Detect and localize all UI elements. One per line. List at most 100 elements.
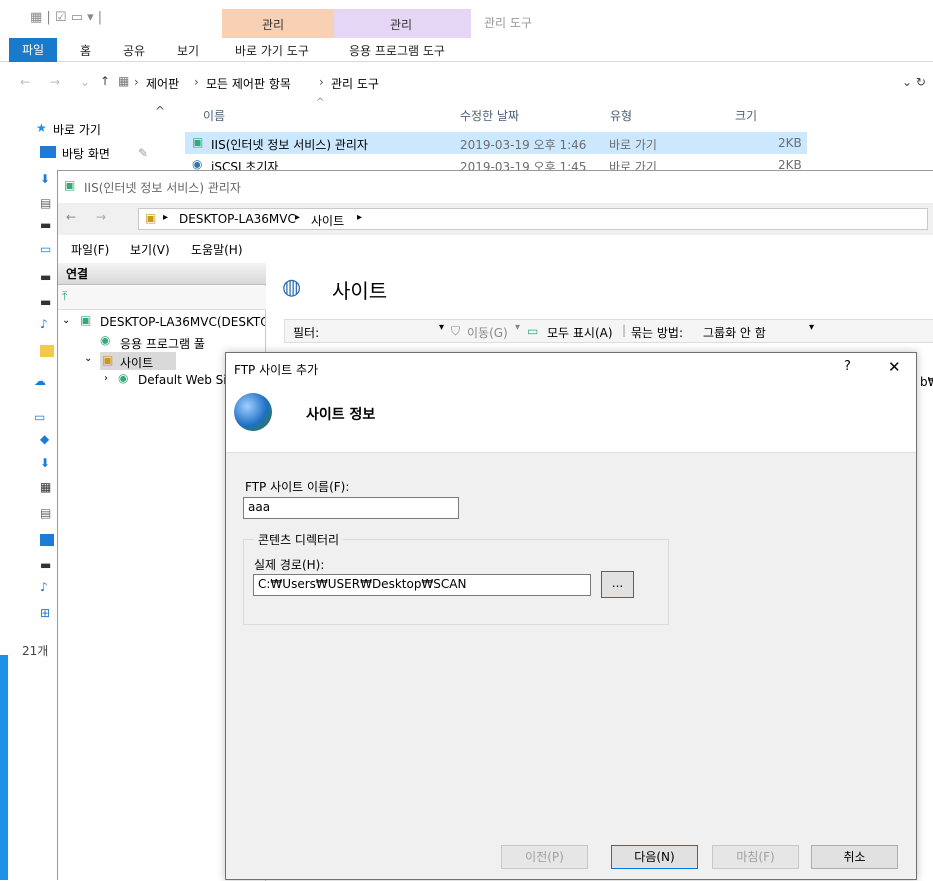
help-button[interactable]: ? (844, 359, 851, 374)
row-date-2: 2019-03-19 오후 1:45 (460, 160, 587, 170)
group-by-value[interactable]: 그룹화 안 함 (703, 324, 766, 341)
physical-path-input[interactable]: C:₩Users₩USER₩Desktop₩SCAN (253, 574, 591, 596)
col-date[interactable]: 수정한 날짜 (460, 107, 519, 124)
addr-part-2[interactable]: 사이트 (311, 212, 344, 229)
group-dropdown-icon[interactable]: ▾ (809, 322, 814, 333)
globe-icon (234, 393, 272, 431)
explorer-address-bar: ← → ⌄ ↑ ▦ › 제어판 › 모든 제어판 항목 › 관리 도구 ⌄ ↻ (20, 74, 926, 92)
pc-icon[interactable]: ▭ (34, 410, 45, 424)
website-icon: ◉ (118, 371, 129, 385)
desktop-icon (40, 146, 56, 158)
back-icon[interactable]: ← (66, 210, 76, 224)
pictures2-icon[interactable]: ▬ (40, 558, 51, 572)
desktop2-icon[interactable] (40, 534, 54, 546)
row-size-2: 2KB (778, 158, 802, 170)
tab-view[interactable]: 보기 (177, 42, 199, 59)
music-icon[interactable]: ♪ (40, 317, 48, 331)
row-type-1: 바로 가기 (609, 138, 657, 152)
sort-icon: ^ (316, 97, 325, 108)
prev-button[interactable]: 이전(P) (501, 845, 588, 869)
finish-button[interactable]: 마침(F) (712, 845, 799, 869)
breadcrumb-2[interactable]: 모든 제어판 항목 (206, 75, 291, 92)
tree-app-pools[interactable]: 응용 프로그램 풀 (120, 335, 205, 352)
row-size-1: 2KB (778, 136, 802, 150)
chevron-down-icon[interactable]: ⌄ ↻ (902, 75, 926, 89)
tab-share[interactable]: 공유 (123, 42, 145, 59)
go-dropdown-icon[interactable]: ▾ (515, 322, 520, 333)
site-name-label: FTP 사이트 이름(F): (245, 480, 350, 494)
tab-home[interactable]: 홈 (80, 42, 91, 59)
site-name-input[interactable]: aaa (243, 497, 459, 519)
show-all[interactable]: 모두 표시(A) (547, 324, 613, 341)
filter-go[interactable]: 이동(G) (467, 324, 508, 341)
tab-app-tools[interactable]: 응용 프로그램 도구 (349, 42, 445, 59)
drive-icon[interactable]: ▬ (40, 270, 51, 284)
iis-menu-bar: 파일(F) 보기(V) 도움말(H) (58, 236, 933, 260)
next-button[interactable]: 다음(N) (611, 845, 698, 869)
tree-sites[interactable]: 사이트 (120, 354, 153, 371)
addr-part-1[interactable]: DESKTOP-LA36MVC (179, 212, 296, 226)
col-size[interactable]: 크기 (735, 107, 757, 124)
iis-app-icon: ▣ (64, 178, 76, 192)
monitor-icon[interactable]: ▭ (40, 242, 51, 256)
menu-help[interactable]: 도움말(H) (191, 241, 243, 258)
quick-access-icons[interactable]: ▦ | ☑ ▭ ▾ | (30, 10, 102, 25)
star-icon: ★ (36, 121, 47, 135)
video-icon[interactable]: ▦ (40, 480, 51, 494)
up-icon[interactable]: ↑ (100, 74, 110, 88)
iis-address-field[interactable]: ▣ ▸ DESKTOP-LA36MVC ▸ 사이트 ▸ (138, 208, 928, 230)
pictures-icon[interactable]: ▬ (40, 218, 51, 232)
forward-icon[interactable]: → (96, 210, 106, 224)
row-name-2[interactable]: iSCSI 초기자 (211, 158, 278, 170)
documents2-icon[interactable]: ▤ (40, 506, 51, 520)
recent-icon[interactable]: ⌄ (80, 75, 90, 89)
pane-title: 사이트 (332, 279, 388, 303)
control-panel-icon: ▦ (118, 74, 130, 88)
network-icon[interactable]: ⊞ (40, 606, 50, 620)
cancel-button[interactable]: 취소 (811, 845, 898, 869)
nav-quick-access[interactable]: 바로 가기 (53, 121, 101, 138)
dialog-title: FTP 사이트 추가 (234, 363, 319, 377)
nav-desktop[interactable]: 바탕 화면 (62, 145, 110, 162)
row-name-1[interactable]: IIS(인터넷 정보 서비스) 관리자 (211, 136, 368, 153)
add-ftp-site-dialog: FTP 사이트 추가 ? ✕ 사이트 정보 FTP 사이트 이름(F): aaa… (225, 352, 917, 880)
forward-icon[interactable]: → (50, 75, 60, 89)
onedrive-icon[interactable]: ☁ (34, 374, 46, 388)
dialog-header: 사이트 정보 (226, 383, 916, 453)
back-icon[interactable]: ← (20, 75, 30, 89)
menu-view[interactable]: 보기(V) (130, 241, 170, 258)
downloads2-icon[interactable]: ⬇ (40, 456, 50, 470)
downloads-icon[interactable]: ⬇ (40, 172, 50, 186)
col-name[interactable]: 이름 (203, 107, 225, 124)
tree-server[interactable]: DESKTOP-LA36MVC(DESKTO (100, 315, 265, 329)
show-all-icon: ▭ (527, 324, 539, 338)
server-icon: ▣ (145, 211, 157, 225)
tab-file[interactable]: 파일 (9, 38, 57, 62)
breadcrumb-3[interactable]: 관리 도구 (331, 75, 379, 92)
dialog-title-bar: FTP 사이트 추가 ? ✕ (226, 353, 916, 383)
breadcrumb-1[interactable]: 제어판 (146, 75, 179, 92)
iis-title: IIS(인터넷 정보 서비스) 관리자 (84, 181, 241, 195)
desktop-edge (0, 655, 8, 880)
tab-shortcut-tools[interactable]: 바로 가기 도구 (235, 42, 309, 59)
filter-bar: 필터: ▾ ⛉ 이동(G) ▾ ▭ 모두 표시(A) | 묶는 방법: 그룹화 … (284, 319, 933, 343)
col-type[interactable]: 유형 (610, 107, 632, 124)
close-button[interactable]: ✕ (888, 358, 901, 376)
filter-dropdown-icon[interactable]: ▾ (439, 322, 444, 333)
collapse-icon[interactable]: › (104, 373, 108, 384)
tree-default-site[interactable]: Default Web Si (138, 373, 228, 387)
music2-icon[interactable]: ♪ (40, 580, 48, 594)
iis-shortcut-icon: ▣ (192, 135, 204, 149)
browse-button[interactable]: ... (601, 571, 634, 598)
3d-icon[interactable]: ◆ (40, 432, 49, 446)
connect-icon[interactable]: ⤒ (62, 289, 67, 304)
drive2-icon[interactable]: ▬ (40, 295, 51, 309)
scroll-up-icon[interactable]: ^ (155, 104, 165, 118)
folder-icon[interactable] (40, 345, 54, 357)
documents-icon[interactable]: ▤ (40, 196, 51, 210)
expand-icon[interactable]: ⌄ (62, 315, 70, 326)
connections-header: 연결 (58, 263, 266, 285)
menu-file[interactable]: 파일(F) (71, 241, 109, 258)
pin-icon[interactable]: ✎ (138, 146, 148, 160)
expand-icon[interactable]: ⌄ (84, 353, 92, 364)
